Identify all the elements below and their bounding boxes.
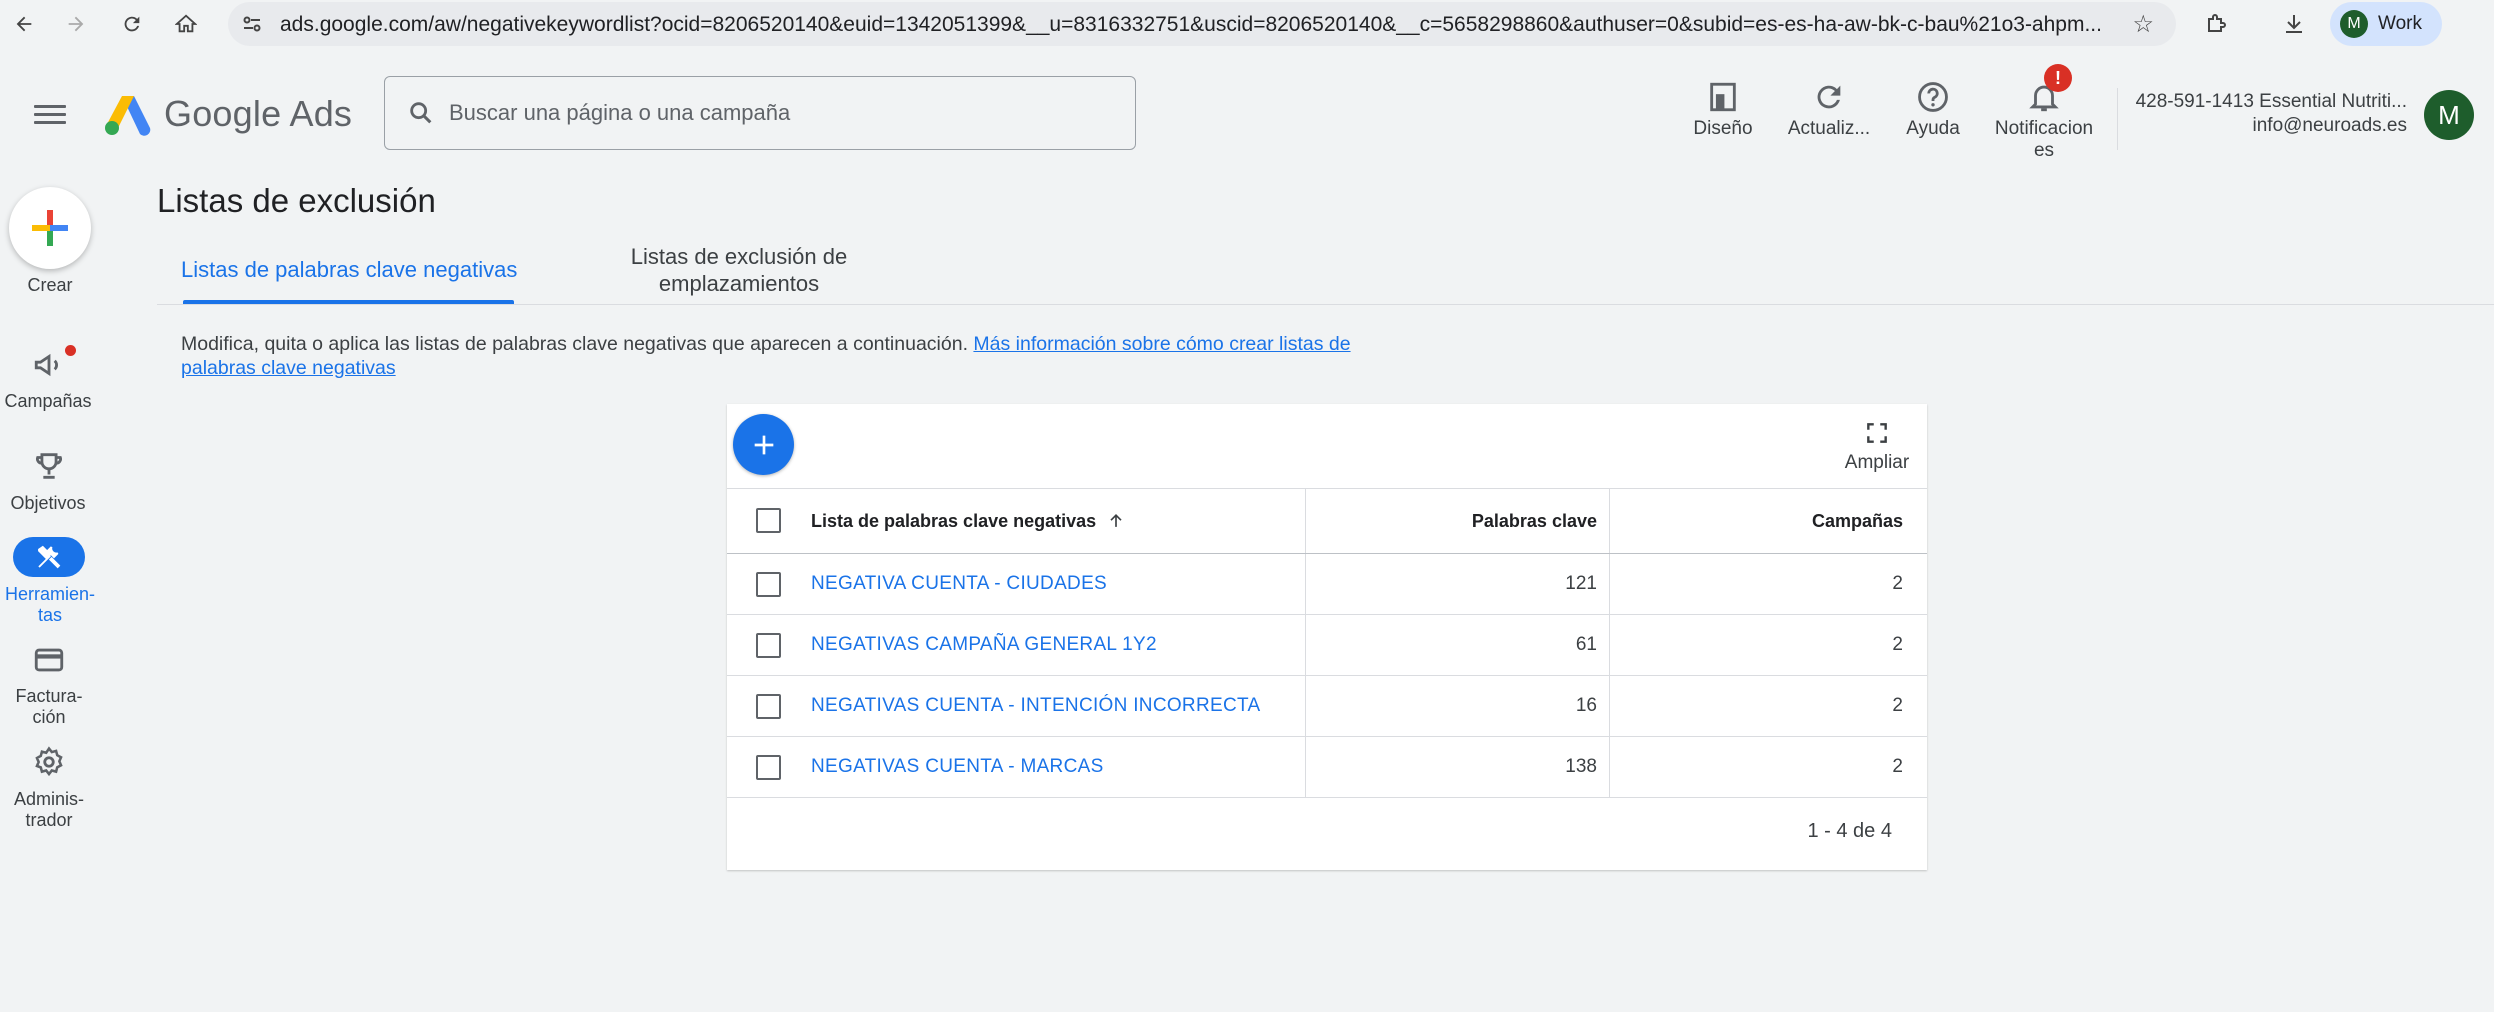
admin-gear-icon[interactable] [13, 742, 85, 782]
search-placeholder: Buscar una página o una campaña [449, 100, 791, 125]
expand-button[interactable]: Ampliar [1837, 420, 1917, 474]
refresh-icon [1784, 74, 1874, 114]
nav-campaigns-label[interactable]: Campañas [0, 391, 98, 412]
table-row: NEGATIVAS CUENTA - MARCAS 138 2 [727, 737, 1927, 798]
browser-toolbar: ads.google.com/aw/negativekeywordlist?oc… [0, 0, 2494, 48]
expand-label: Ampliar [1844, 452, 1910, 473]
keywords-count: 121 [1305, 554, 1609, 614]
column-header-campaigns[interactable]: Campañas [1609, 489, 1927, 553]
list-name-link[interactable]: NEGATIVA CUENTA - CIUDADES [811, 573, 1107, 595]
refresh-label: Actualiz... [1787, 118, 1871, 139]
header-divider [2117, 88, 2118, 150]
add-icon [754, 435, 773, 454]
row-checkbox[interactable] [756, 694, 781, 719]
address-bar[interactable]: ads.google.com/aw/negativekeywordlist?oc… [228, 2, 2176, 46]
profile-avatar: M [2340, 10, 2368, 38]
page-title: Listas de exclusión [157, 182, 436, 219]
reload-icon[interactable] [114, 6, 150, 42]
account-info[interactable]: 428-591-1413 Essential Nutriti... info@n… [2136, 90, 2407, 138]
app-header: Google Ads Buscar una página o una campa… [0, 48, 2494, 180]
plus-icon [32, 210, 68, 246]
home-icon[interactable] [168, 6, 204, 42]
fullscreen-icon [1867, 423, 1887, 443]
notifications-label: Notificacion es [1994, 118, 2094, 161]
list-name-link[interactable]: NEGATIVAS CUENTA - INTENCIÓN INCORRECTA [811, 695, 1260, 717]
select-all-checkbox[interactable] [756, 508, 781, 533]
browser-profile-chip[interactable]: M Work [2330, 2, 2442, 46]
column-header-list-name[interactable]: Lista de palabras clave negativas [811, 489, 1305, 553]
pagination-status: 1 - 4 de 4 [1807, 820, 1892, 842]
sort-ascending-icon[interactable] [1106, 511, 1126, 531]
keywords-count: 16 [1305, 676, 1609, 736]
page-description: Modifica, quita o aplica las listas de p… [181, 332, 1381, 380]
billing-icon[interactable] [13, 640, 85, 680]
campaigns-count: 2 [1609, 615, 1927, 675]
table-header: Lista de palabras clave negativas Palabr… [727, 488, 1927, 554]
appearance-icon [1690, 74, 1756, 114]
search-input[interactable]: Buscar una página o una campaña [384, 76, 1136, 150]
nav-goals-label[interactable]: Objetivos [0, 493, 98, 514]
list-name-link[interactable]: NEGATIVAS CAMPAÑA GENERAL 1Y2 [811, 634, 1157, 656]
description-text: Modifica, quita o aplica las listas de p… [181, 333, 968, 355]
main-menu-icon[interactable] [30, 100, 70, 130]
account-email: info@neuroads.es [2252, 115, 2408, 136]
bookmark-star-icon[interactable]: ☆ [2132, 10, 2154, 39]
google-ads-logo[interactable]: Google Ads [104, 92, 352, 136]
search-icon [407, 99, 435, 132]
url-text[interactable]: ads.google.com/aw/negativekeywordlist?oc… [280, 13, 2100, 37]
nav-billing-label[interactable]: Factura-ción [0, 686, 99, 728]
bell-icon: ! [1986, 64, 2102, 114]
list-name-link[interactable]: NEGATIVAS CUENTA - MARCAS [811, 756, 1104, 778]
keywords-count: 61 [1305, 615, 1609, 675]
profile-label: Work [2378, 13, 2422, 34]
appearance-button[interactable]: Diseño [1690, 74, 1756, 140]
campaigns-icon[interactable] [13, 345, 85, 385]
create-button[interactable] [9, 187, 91, 269]
create-label: Crear [27, 275, 73, 295]
tabs-divider [157, 304, 2494, 305]
campaigns-count: 2 [1609, 676, 1927, 736]
refresh-button[interactable]: Actualiz... [1784, 74, 1874, 140]
tab-negative-keyword-lists[interactable]: Listas de palabras clave negativas [181, 256, 517, 283]
negative-keyword-lists-table: Ampliar Lista de palabras clave negativa… [727, 404, 1927, 870]
help-button[interactable]: Ayuda [1900, 74, 1966, 140]
forward-icon[interactable] [58, 6, 94, 42]
tools-icon[interactable] [13, 537, 85, 577]
campaigns-count: 2 [1609, 554, 1927, 614]
add-list-button[interactable] [733, 414, 794, 475]
appearance-label: Diseño [1693, 118, 1753, 139]
help-label: Ayuda [1906, 118, 1960, 139]
table-row: NEGATIVA CUENTA - CIUDADES 121 2 [727, 554, 1927, 615]
table-row: NEGATIVAS CUENTA - INTENCIÓN INCORRECTA … [727, 676, 1927, 737]
back-icon[interactable] [6, 6, 42, 42]
nav-admin-label[interactable]: Adminis-trador [0, 789, 99, 831]
help-icon [1900, 74, 1966, 114]
extensions-icon[interactable] [2198, 6, 2234, 42]
notifications-button[interactable]: ! Notificacion es [1986, 64, 2102, 162]
account-id-name: 428-591-1413 Essential Nutriti... [2135, 91, 2407, 112]
table-row: NEGATIVAS CAMPAÑA GENERAL 1Y2 61 2 [727, 615, 1927, 676]
tab-placement-exclusion-lists[interactable]: Listas de exclusión de emplazamientos [590, 243, 888, 297]
column-header-keywords[interactable]: Palabras clave [1305, 489, 1609, 553]
campaigns-alert-dot [65, 345, 76, 356]
site-settings-icon[interactable] [240, 12, 264, 36]
download-icon[interactable] [2276, 6, 2312, 42]
trophy-icon[interactable] [13, 446, 85, 486]
product-name: Google Ads [164, 93, 353, 134]
campaigns-count: 2 [1609, 737, 1927, 797]
row-checkbox[interactable] [756, 633, 781, 658]
row-checkbox[interactable] [756, 572, 781, 597]
notification-badge: ! [2044, 64, 2072, 92]
row-checkbox[interactable] [756, 755, 781, 780]
keywords-count: 138 [1305, 737, 1609, 797]
google-ads-logo-icon [105, 96, 151, 136]
nav-tools-label[interactable]: Herramien-tas [0, 584, 100, 626]
user-avatar[interactable]: M [2424, 90, 2474, 140]
